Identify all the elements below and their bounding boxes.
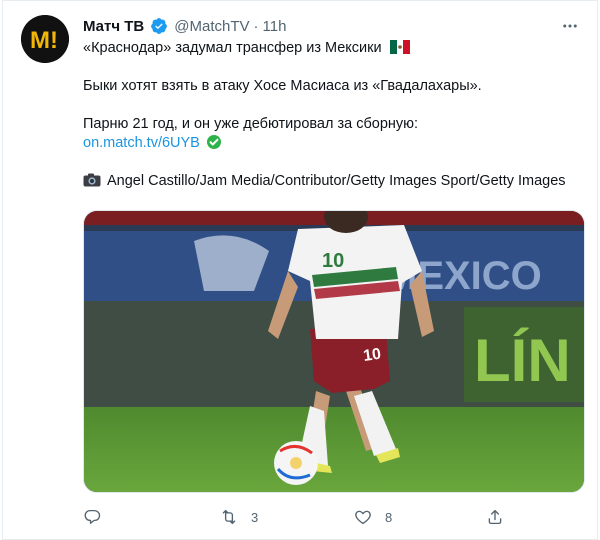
- share-icon: [488, 509, 502, 525]
- matchtv-logo-icon: M!: [21, 15, 69, 63]
- author-handle[interactable]: @MatchTV: [174, 18, 249, 35]
- tweet-link[interactable]: on.match.tv/6UYB: [83, 135, 200, 151]
- mexico-flag-icon: [389, 40, 410, 54]
- tweet-line-body: Быки хотят взять в атаку Хосе Масиаса из…: [83, 78, 482, 94]
- verified-badge-icon: [151, 18, 168, 34]
- tweet-line-link: on.match.tv/6UYB: [83, 134, 588, 153]
- share-button[interactable]: [486, 508, 504, 526]
- football-player-photo: MEXICO LÍN 10 10: [84, 211, 584, 492]
- retweet-button[interactable]: 3: [219, 508, 258, 526]
- football-ball: [274, 441, 318, 485]
- jersey-number: 10: [322, 250, 344, 272]
- tweet-card[interactable]: M! Матч ТВ @MatchTV · 11h «Краснодар» за…: [2, 0, 598, 540]
- tweet-photo[interactable]: MEXICO LÍN 10 10: [83, 210, 585, 493]
- tweet-actions: 3 8: [83, 503, 503, 531]
- more-options-button[interactable]: [559, 15, 581, 37]
- tweet-line-headline: «Краснодар» задумал трансфер из Мексики: [83, 39, 588, 58]
- more-dots-icon: [563, 24, 577, 28]
- retweet-count: 3: [251, 509, 259, 525]
- tweet-line-credit: Angel Castillo/Jam Media/Contributor/Get…: [83, 172, 588, 191]
- photo-credit: Angel Castillo/Jam Media/Contributor/Get…: [107, 173, 566, 189]
- separator-dot: ·: [253, 17, 259, 35]
- tweet-text-headline: «Краснодар» задумал трансфер из Мексики: [83, 40, 382, 56]
- retweet-icon: [222, 509, 236, 525]
- heart-icon: [355, 510, 371, 525]
- like-button[interactable]: 8: [353, 508, 392, 526]
- tweet-line-age: Парню 21 год, и он уже дебютировал за сб…: [83, 116, 419, 132]
- check-circle-icon: [206, 135, 221, 149]
- shorts-number: 10: [362, 346, 382, 365]
- camera-icon: [83, 173, 101, 187]
- like-count: 8: [385, 509, 393, 525]
- reply-button[interactable]: [83, 508, 101, 526]
- tweet-timestamp[interactable]: 11h: [263, 18, 287, 35]
- avatar[interactable]: M!: [21, 15, 69, 63]
- tweet-body: «Краснодар» задумал трансфер из Мексики …: [83, 39, 588, 191]
- author-name[interactable]: Матч ТВ: [83, 18, 144, 35]
- board-text-lin: LÍN: [474, 327, 571, 394]
- reply-icon: [84, 509, 101, 524]
- avatar-logo-text: M!: [30, 27, 58, 54]
- tweet-header: Матч ТВ @MatchTV · 11h: [83, 16, 286, 36]
